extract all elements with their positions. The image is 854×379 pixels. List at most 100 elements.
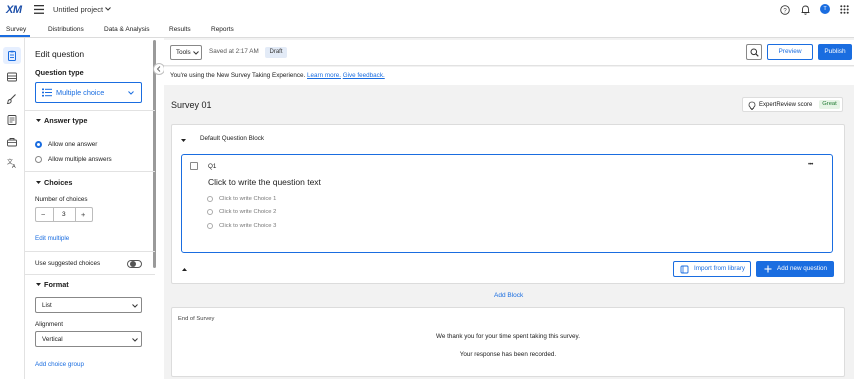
tab-bar: Survey Distributions Data & Analysis Res… (0, 22, 854, 38)
choices-heading[interactable]: Choices (44, 178, 72, 187)
divider (25, 171, 155, 172)
add-block-link[interactable]: Add Block (494, 292, 523, 299)
avatar[interactable]: T (820, 4, 830, 14)
caret-down-icon[interactable] (36, 181, 41, 185)
divider (25, 274, 155, 275)
answer-type-heading[interactable]: Answer type (44, 116, 87, 125)
banner-text: You're using the New Survey Taking Exper… (170, 72, 306, 79)
chevron-down-icon (193, 51, 199, 55)
import-label: Import from library (694, 265, 746, 272)
allow-multiple-label: Allow multiple answers (48, 156, 112, 163)
survey-icon[interactable] (6, 50, 18, 62)
survey-options-icon[interactable] (6, 114, 18, 126)
help-icon[interactable]: ? (780, 5, 790, 15)
tool-rail (0, 38, 25, 379)
expert-review-label: ExpertReview score (759, 102, 813, 108)
tools-button[interactable]: Tools (170, 45, 202, 60)
paint-brush-icon[interactable] (6, 93, 18, 105)
notifications-icon[interactable] (801, 5, 810, 15)
divider (25, 251, 155, 252)
tab-distributions[interactable]: Distributions (48, 26, 84, 33)
question-type-select[interactable]: Multiple choice (35, 82, 142, 103)
add-choice-group-link[interactable]: Add choice group (35, 361, 84, 368)
format-value: List (42, 302, 52, 309)
expert-review-value: Great (819, 100, 840, 109)
tab-reports[interactable]: Reports (211, 26, 234, 33)
question-card[interactable] (181, 154, 833, 253)
end-of-survey-block (171, 307, 845, 377)
choice-label[interactable]: Click to write Choice 2 (219, 209, 276, 215)
publish-button[interactable]: Publish (818, 44, 852, 60)
choices-stepper[interactable]: − 3 + (35, 207, 93, 222)
divider (25, 110, 155, 111)
xm-logo[interactable]: XM (6, 4, 22, 16)
preview-button[interactable]: Preview (767, 44, 813, 60)
experience-banner: You're using the New Survey Taking Exper… (164, 67, 854, 85)
choice-label[interactable]: Click to write Choice 1 (219, 196, 276, 202)
layout-icon[interactable] (6, 71, 18, 83)
chevron-down-icon (132, 304, 138, 308)
choice-radio[interactable] (207, 209, 213, 215)
choice-radio[interactable] (207, 196, 213, 202)
alignment-label: Alignment (35, 321, 64, 328)
import-from-library-button[interactable]: Import from library (673, 261, 751, 277)
caret-down-icon[interactable] (181, 139, 186, 143)
choice-radio[interactable] (207, 223, 213, 229)
end-message-recorded: Your response has been recorded. (459, 351, 557, 358)
learn-more-link[interactable]: Learn more. (307, 72, 341, 79)
block-title[interactable]: Default Question Block (200, 135, 264, 142)
active-tab-indicator (0, 35, 30, 37)
stepper-divider (75, 208, 76, 221)
caret-down-icon[interactable] (36, 119, 41, 123)
project-name[interactable]: Untitled project (53, 5, 103, 14)
format-select[interactable]: List (35, 297, 142, 313)
question-type-label: Question type (35, 68, 84, 77)
banner-text-row: You're using the New Survey Taking Exper… (170, 72, 385, 79)
question-type-value: Multiple choice (56, 88, 105, 97)
tab-data-analysis[interactable]: Data & Analysis (104, 26, 150, 33)
chevron-down-icon (132, 338, 138, 342)
decrement-button[interactable]: − (41, 210, 45, 219)
choices-count[interactable]: 3 (62, 211, 66, 218)
stepper-divider (53, 208, 54, 221)
panel-title: Edit question (35, 49, 85, 59)
radio-allow-multiple[interactable] (35, 156, 42, 163)
search-button[interactable] (746, 44, 762, 60)
saved-status: Saved at 2:17 AM (209, 48, 259, 55)
menu-icon[interactable] (34, 5, 44, 14)
caret-down-icon[interactable] (36, 283, 41, 287)
question-checkbox[interactable] (190, 162, 198, 170)
chevron-down-icon (128, 91, 134, 95)
choice-label[interactable]: Click to write Choice 3 (219, 223, 276, 229)
chevron-down-icon[interactable] (105, 7, 111, 11)
top-bar: XM Untitled project ? T (0, 0, 854, 22)
number-of-choices-label: Number of choices (35, 196, 88, 203)
tab-survey[interactable]: Survey (6, 26, 26, 33)
alignment-select[interactable]: Vertical (35, 331, 142, 347)
draft-badge: Draft (265, 47, 287, 58)
edit-multiple-link[interactable]: Edit multiple (35, 235, 69, 242)
svg-text:A: A (12, 164, 16, 169)
svg-text:?: ? (783, 8, 787, 14)
apps-grid-icon[interactable] (840, 5, 849, 14)
alignment-value: Vertical (42, 336, 63, 343)
add-new-question-button[interactable]: Add new question (756, 261, 834, 277)
tools-label: Tools (176, 49, 191, 56)
toggle-knob (130, 261, 136, 267)
search-icon (750, 48, 759, 57)
add-question-label: Add new question (777, 265, 828, 272)
survey-title[interactable]: Survey 01 (171, 100, 212, 110)
give-feedback-link[interactable]: Give feedback. (343, 72, 385, 79)
more-options-icon[interactable]: ••• (808, 162, 813, 168)
increment-button[interactable]: + (81, 210, 85, 219)
caret-up-icon[interactable] (182, 268, 187, 272)
question-number[interactable]: Q1 (208, 163, 216, 170)
translate-icon[interactable]: 文A (6, 157, 18, 169)
question-text[interactable]: Click to write the question text (208, 177, 321, 187)
tab-results[interactable]: Results (169, 26, 191, 33)
tools-icon[interactable] (6, 136, 18, 148)
format-heading[interactable]: Format (44, 280, 69, 289)
lightbulb-icon (748, 101, 756, 110)
radio-allow-one[interactable] (35, 141, 42, 148)
library-icon (680, 265, 689, 274)
